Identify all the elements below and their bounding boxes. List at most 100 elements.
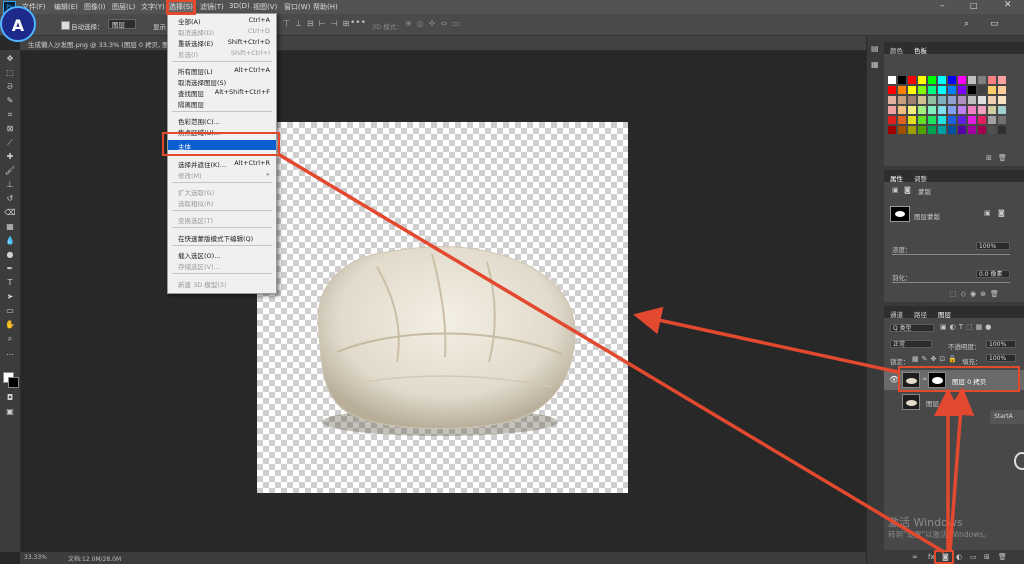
- color-swatch[interactable]: [928, 96, 936, 104]
- checkbox-icon[interactable]: [61, 21, 70, 30]
- color-swatch[interactable]: [908, 86, 916, 94]
- healing-tool-icon[interactable]: ✚: [4, 152, 16, 162]
- zoom-level[interactable]: 33.33%: [24, 554, 47, 561]
- menu-item-color-range[interactable]: 色彩范围(C)...: [168, 115, 276, 126]
- side-circle-icon[interactable]: [1014, 452, 1024, 470]
- menu-item-load-selection[interactable]: 载入选区(O)...: [168, 249, 276, 260]
- color-swatch[interactable]: [968, 86, 976, 94]
- props-bottom-icons[interactable]: ⬚◇◉⊛🗑: [950, 290, 1003, 298]
- brush-tool-icon[interactable]: 🖌: [4, 166, 16, 176]
- new-layer-icon[interactable]: ⊞: [984, 553, 990, 561]
- color-swatch[interactable]: [928, 76, 936, 84]
- color-swatch[interactable]: [978, 126, 986, 134]
- layer-filter-icons[interactable]: ▣◐T⬚▦●: [940, 323, 994, 331]
- blend-mode-dropdown[interactable]: 正常: [890, 340, 932, 348]
- color-swatch[interactable]: [958, 126, 966, 134]
- color-swatch[interactable]: [988, 106, 996, 114]
- quick-select-tool-icon[interactable]: ✎: [4, 96, 16, 106]
- color-swatch[interactable]: [918, 126, 926, 134]
- color-swatch[interactable]: [908, 76, 916, 84]
- color-swatch[interactable]: [888, 116, 896, 124]
- workspace-icon[interactable]: ▭: [990, 19, 999, 29]
- menu-type[interactable]: 文字(Y): [141, 2, 165, 12]
- color-swatch[interactable]: [928, 106, 936, 114]
- color-swatch[interactable]: [948, 86, 956, 94]
- lasso-tool-icon[interactable]: ᘐ: [4, 82, 16, 92]
- color-swatch[interactable]: [918, 86, 926, 94]
- color-swatch[interactable]: [978, 86, 986, 94]
- color-swatch[interactable]: [988, 116, 996, 124]
- frame-tool-icon[interactable]: ⊠: [4, 124, 16, 134]
- color-swatch[interactable]: [958, 106, 966, 114]
- color-swatch[interactable]: [958, 76, 966, 84]
- color-swatch[interactable]: [968, 76, 976, 84]
- color-swatch[interactable]: [968, 106, 976, 114]
- dodge-tool-icon[interactable]: ●: [4, 250, 16, 260]
- color-swatch[interactable]: [898, 76, 906, 84]
- color-swatch[interactable]: [928, 86, 936, 94]
- move-tool-icon[interactable]: ✥: [4, 54, 16, 64]
- eraser-tool-icon[interactable]: ⌫: [4, 208, 16, 218]
- menu-item-quick-mask[interactable]: 在快速蒙版模式下编辑(Q): [168, 232, 276, 243]
- color-swatch[interactable]: [948, 96, 956, 104]
- color-swatch[interactable]: [938, 116, 946, 124]
- layer-name[interactable]: 图层 0: [926, 398, 945, 408]
- close-icon[interactable]: ✕: [1004, 0, 1012, 10]
- color-swatch[interactable]: [968, 116, 976, 124]
- document-canvas[interactable]: [257, 122, 628, 493]
- color-swatch[interactable]: [928, 126, 936, 134]
- color-swatch[interactable]: [938, 86, 946, 94]
- color-swatch[interactable]: [958, 116, 966, 124]
- color-swatch[interactable]: [888, 76, 896, 84]
- menu-image[interactable]: 图像(I): [84, 2, 106, 12]
- color-swatch[interactable]: [948, 106, 956, 114]
- hand-tool-icon[interactable]: ✋: [4, 320, 16, 330]
- history-icon[interactable]: ▤: [871, 44, 879, 53]
- path-select-tool-icon[interactable]: ➤: [4, 292, 16, 302]
- layer-row[interactable]: · 图层 0: [884, 392, 1024, 412]
- color-swatch[interactable]: [988, 96, 996, 104]
- color-swatch[interactable]: [918, 106, 926, 114]
- color-swatch[interactable]: [948, 76, 956, 84]
- new-swatch-icon[interactable]: ⊞: [986, 154, 992, 162]
- eyedropper-tool-icon[interactable]: ⟋: [4, 138, 16, 148]
- mask-vector-icon[interactable]: ◙: [998, 209, 1005, 217]
- menu-item-grow[interactable]: 扩大选取(G): [168, 186, 276, 197]
- color-swatch[interactable]: [908, 126, 916, 134]
- swatch-grid[interactable]: [888, 76, 1012, 156]
- gradient-tool-icon[interactable]: ▦: [4, 222, 16, 232]
- pixel-mask-icon[interactable]: ▣: [892, 186, 899, 194]
- menu-item-new-3d-model[interactable]: 新建 3D 模型(3): [168, 278, 276, 289]
- background-color-swatch[interactable]: [8, 377, 19, 388]
- menu-item-save-selection[interactable]: 存储选区(V)...: [168, 260, 276, 271]
- color-swatch[interactable]: [898, 126, 906, 134]
- color-swatch[interactable]: [948, 116, 956, 124]
- blur-tool-icon[interactable]: 💧: [4, 236, 16, 246]
- density-slider[interactable]: [892, 254, 1010, 255]
- menu-item-find-layers[interactable]: 查找图层 Alt+Shift+Ctrl+F: [168, 87, 276, 98]
- history-brush-icon[interactable]: ↺: [4, 194, 16, 204]
- stamp-tool-icon[interactable]: ⊥: [4, 180, 16, 190]
- menu-item-modify[interactable]: 修改(M) ▸: [168, 169, 276, 180]
- screen-mode-icon[interactable]: ▣: [4, 407, 16, 417]
- 3d-icons[interactable]: ⊕◎✣⇔▭: [405, 19, 465, 28]
- feather-field[interactable]: 0.0 像素: [976, 270, 1010, 278]
- menu-item-inverse[interactable]: 反选(I) Shift+Ctrl+I: [168, 48, 276, 59]
- color-swatch[interactable]: [888, 96, 896, 104]
- color-swatch[interactable]: [918, 96, 926, 104]
- color-swatch[interactable]: [998, 96, 1006, 104]
- color-swatch[interactable]: [998, 106, 1006, 114]
- color-swatch[interactable]: [898, 106, 906, 114]
- color-swatch[interactable]: [898, 116, 906, 124]
- color-swatch[interactable]: [978, 96, 986, 104]
- link-layers-icon[interactable]: ∞: [912, 553, 918, 561]
- color-swatch[interactable]: [988, 126, 996, 134]
- color-swatch[interactable]: [978, 106, 986, 114]
- density-field[interactable]: 100%: [976, 242, 1010, 250]
- menu-help[interactable]: 帮助(H): [313, 2, 338, 12]
- menu-layer[interactable]: 图层(L): [112, 2, 135, 12]
- properties-icon[interactable]: ▦: [871, 60, 879, 69]
- shape-tool-icon[interactable]: ▭: [4, 306, 16, 316]
- color-swatch[interactable]: [928, 116, 936, 124]
- color-swatch[interactable]: [998, 86, 1006, 94]
